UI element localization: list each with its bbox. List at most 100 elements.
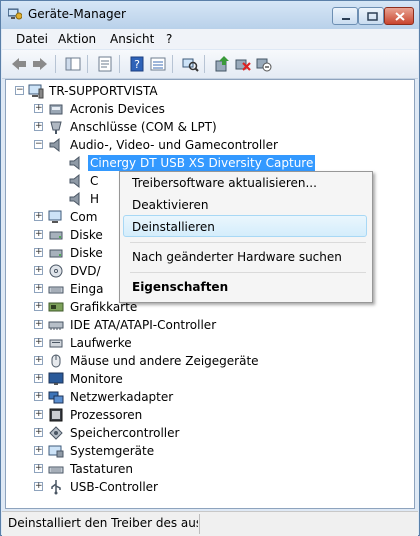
disable-button[interactable]	[255, 55, 273, 73]
system-icon	[48, 445, 64, 458]
update-driver-icon	[215, 56, 229, 72]
expand-toggle[interactable]: +	[34, 212, 43, 221]
expand-toggle[interactable]: +	[34, 320, 43, 329]
tree-item-ide[interactable]: + IDE ATA/ATAPI-Controller	[6, 316, 406, 334]
speaker-icon	[49, 137, 60, 153]
tree-item-acronis[interactable]: + Acronis Devices	[6, 100, 406, 118]
help-button[interactable]: ?	[128, 55, 146, 73]
menu-help[interactable]: ?	[166, 32, 172, 46]
tree-item-disk-2[interactable]: + Diske	[6, 244, 116, 262]
menu-separator	[130, 272, 366, 273]
expand-toggle[interactable]: +	[34, 374, 43, 383]
uninstall-button[interactable]	[234, 55, 252, 73]
tree-root[interactable]: − TR-SUPPORTVISTA	[6, 82, 406, 100]
network-icon	[48, 391, 64, 404]
expand-toggle[interactable]: +	[34, 428, 43, 437]
close-button[interactable]	[384, 7, 414, 25]
monitor-icon	[48, 372, 64, 385]
tree-item-usb[interactable]: + USB-Controller	[6, 478, 406, 496]
status-text: Deinstalliert den Treiber des ausgew	[8, 516, 198, 530]
tree-item-disk-1[interactable]: + Diske	[6, 226, 116, 244]
tree-item-ports[interactable]: + Anschlüsse (COM & LPT)	[6, 118, 406, 136]
tree-item-dvd[interactable]: + DVD/	[6, 262, 116, 280]
properties-icon	[98, 56, 112, 72]
tree-item-label: USB-Controller	[70, 480, 158, 494]
help-icon: ?	[130, 56, 144, 72]
menu-disable[interactable]: Deaktivieren	[132, 198, 208, 212]
expand-toggle[interactable]: +	[34, 446, 43, 455]
expand-toggle[interactable]: +	[34, 104, 43, 113]
tree-item-label: Laufwerke	[70, 336, 132, 350]
device-manager-icon	[8, 8, 22, 20]
status-bar: Deinstalliert den Treiber des ausgew	[2, 511, 418, 536]
speaker-icon	[69, 173, 80, 189]
menu-aktion[interactable]: Aktion	[58, 32, 96, 46]
tree-item-processors[interactable]: + Prozessoren	[6, 406, 406, 424]
tree-item-label-selected: Cinergy DT USB XS Diversity Capture	[88, 155, 316, 171]
display-adapter-icon	[48, 302, 64, 312]
menu-properties[interactable]: Eigenschaften	[132, 280, 228, 294]
expand-toggle[interactable]: +	[34, 284, 43, 293]
update-driver-button[interactable]	[213, 55, 231, 73]
expand-toggle[interactable]: +	[34, 266, 43, 275]
tree-item-cinergy[interactable]: Cinergy DT USB XS Diversity Capture	[6, 154, 406, 172]
tree-view-button[interactable]	[64, 55, 82, 73]
tree-item-label: H	[90, 192, 100, 206]
device-icon	[49, 104, 63, 115]
tree-item-audio-device-3[interactable]: H	[6, 190, 116, 208]
svg-text:?: ?	[134, 58, 140, 71]
disk-icon	[49, 231, 63, 240]
tree-item-drives[interactable]: + Laufwerke	[6, 334, 406, 352]
tree-item-network[interactable]: + Netzwerkadapter	[6, 388, 406, 406]
menu-uninstall[interactable]: Deinstallieren	[132, 220, 215, 234]
scan-hardware-button[interactable]	[181, 55, 199, 73]
tree-item-audio-device-2[interactable]: C	[6, 172, 116, 190]
expand-toggle[interactable]: +	[34, 122, 43, 131]
expand-toggle[interactable]: +	[34, 464, 43, 473]
tree-item-label: Mäuse und andere Zeigegeräte	[70, 354, 259, 368]
forward-button[interactable]	[31, 55, 49, 73]
toolbar-separator	[55, 55, 56, 73]
expand-toggle[interactable]: +	[34, 248, 43, 257]
toolbar-separator	[172, 55, 173, 73]
tree-item-label: Systemgeräte	[70, 444, 155, 458]
menu-datei[interactable]: Datei	[16, 32, 48, 46]
menu-bar: Datei Aktion Ansicht ?	[2, 29, 418, 49]
speaker-icon	[69, 191, 80, 207]
menu-ansicht[interactable]: Ansicht	[110, 32, 154, 46]
storage-icon	[49, 426, 63, 440]
tree-item-label: C	[90, 174, 99, 188]
tree-item-computer[interactable]: + Com	[6, 208, 116, 226]
back-button[interactable]	[10, 55, 28, 73]
menu-separator	[130, 242, 366, 243]
expand-toggle[interactable]: +	[34, 482, 43, 491]
port-icon	[50, 121, 62, 134]
tree-item-monitors[interactable]: + Monitore	[6, 370, 406, 388]
tree-item-label: DVD/	[70, 264, 101, 278]
tree-view-icon	[65, 57, 81, 71]
expand-toggle[interactable]: +	[34, 356, 43, 365]
tree-item-keyboards[interactable]: + Tastaturen	[6, 460, 406, 478]
tree-item-input[interactable]: + Einga	[6, 280, 116, 298]
toolbar-separator	[204, 55, 205, 73]
status-divider	[199, 514, 200, 534]
expand-toggle[interactable]: +	[34, 392, 43, 401]
tree-item-audio[interactable]: − Audio-, Video- und Gamecontroller	[6, 136, 406, 154]
tree-item-system[interactable]: + Systemgeräte	[6, 442, 406, 460]
maximize-button[interactable]	[358, 7, 384, 25]
expand-toggle[interactable]: +	[34, 230, 43, 239]
menu-update-driver[interactable]: Treibersoftware aktualisieren...	[132, 176, 317, 190]
collapse-toggle[interactable]: −	[34, 140, 43, 149]
properties-button[interactable]	[96, 55, 114, 73]
menu-scan-hardware[interactable]: Nach geänderter Hardware suchen	[132, 250, 342, 264]
details-button[interactable]	[149, 55, 167, 73]
tree-item-storage[interactable]: + Speichercontroller	[6, 424, 406, 442]
expand-toggle[interactable]: +	[34, 302, 43, 311]
minimize-button[interactable]	[332, 7, 358, 25]
expand-toggle[interactable]: +	[34, 338, 43, 347]
tree-item-label: Monitore	[70, 372, 123, 386]
dvd-icon	[49, 264, 63, 278]
collapse-toggle[interactable]: −	[15, 86, 24, 95]
tree-item-mice[interactable]: + Mäuse und andere Zeigegeräte	[6, 352, 406, 370]
expand-toggle[interactable]: +	[34, 410, 43, 419]
